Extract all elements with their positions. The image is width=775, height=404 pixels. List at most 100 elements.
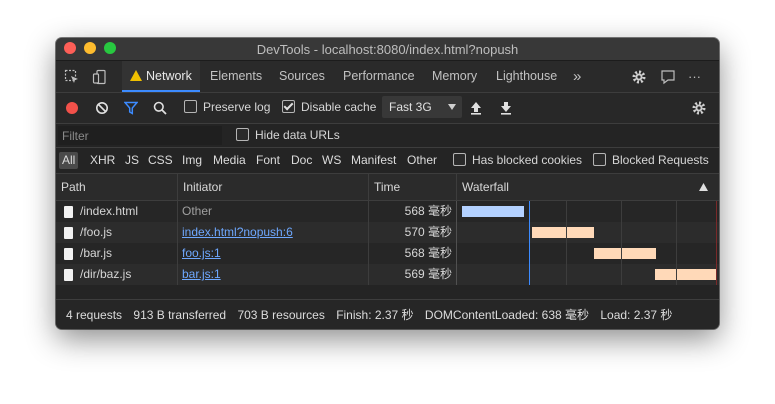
waterfall-bar — [655, 269, 717, 280]
disable-cache-label: Disable cache — [301, 100, 377, 114]
blocked-requests-label: Blocked Requests — [612, 153, 709, 167]
waterfall-bar — [594, 248, 656, 259]
table-row[interactable]: /dir/baz.js bar.js:1 569 毫秒 — [56, 264, 719, 285]
throttling-value: Fast 3G — [389, 100, 432, 114]
document-icon — [64, 206, 73, 218]
summary-requests: 4 requests — [66, 308, 123, 322]
resource-type-filter-bar: All XHR JS CSS Img Media Font Doc WS Man… — [56, 148, 719, 174]
request-initiator-link[interactable]: bar.js:1 — [182, 264, 221, 285]
inspect-element-icon[interactable] — [64, 69, 80, 85]
chevron-down-icon — [448, 104, 456, 110]
tab-performance[interactable]: Performance — [343, 61, 415, 92]
waterfall-gridline — [566, 201, 567, 285]
hide-data-urls-checkbox[interactable] — [236, 128, 249, 141]
request-initiator-link[interactable]: index.html?nopush:6 — [182, 222, 293, 243]
tab-lighthouse[interactable]: Lighthouse — [496, 61, 557, 92]
filter-icon[interactable] — [124, 101, 138, 115]
table-row[interactable]: /foo.js index.html?nopush:6 570 毫秒 — [56, 222, 719, 243]
request-initiator-link[interactable]: foo.js:1 — [182, 243, 221, 264]
blocked-cookies-checkbox[interactable] — [453, 153, 466, 166]
filter-input[interactable] — [58, 126, 222, 145]
request-initiator: Other — [182, 204, 213, 218]
tab-network[interactable]: Network — [122, 61, 200, 92]
waterfall-bar — [532, 227, 594, 238]
request-path: /foo.js — [80, 225, 113, 239]
hide-data-urls-toggle[interactable]: Hide data URLs — [236, 128, 340, 142]
record-icon[interactable] — [65, 101, 79, 115]
type-filter-manifest[interactable]: Manifest — [348, 152, 399, 169]
type-filter-all[interactable]: All — [59, 152, 79, 169]
request-time: 568 毫秒 — [404, 246, 452, 260]
requests-table-header: Path Initiator Time Waterfall — [56, 174, 719, 201]
summary-load: Load: 2.37 秒 — [600, 308, 673, 322]
tab-network-label: Network — [146, 69, 192, 83]
blocked-cookies-label: Has blocked cookies — [472, 153, 583, 167]
search-icon[interactable] — [153, 101, 167, 115]
column-header-waterfall[interactable]: Waterfall — [456, 174, 719, 200]
blocked-cookies-toggle[interactable]: Has blocked cookies — [453, 153, 582, 167]
dom-content-loaded-marker — [529, 201, 530, 285]
type-filter-media[interactable]: Media — [210, 152, 249, 169]
request-path: /bar.js — [80, 246, 113, 260]
column-header-initiator[interactable]: Initiator — [177, 174, 368, 200]
type-filter-other[interactable]: Other — [404, 152, 440, 169]
network-toolbar: Preserve log Disable cache Fast 3G — [56, 93, 719, 124]
blocked-requests-toggle[interactable]: Blocked Requests — [593, 153, 709, 167]
summary-dom-content-loaded: DOMContentLoaded: 638 毫秒 — [424, 308, 589, 322]
sort-ascending-icon[interactable] — [699, 183, 708, 191]
disable-cache-toggle[interactable]: Disable cache — [282, 100, 376, 114]
request-time: 569 毫秒 — [404, 267, 452, 281]
hide-data-urls-label: Hide data URLs — [255, 128, 340, 142]
table-row[interactable]: /index.html Other 568 毫秒 — [56, 201, 719, 222]
more-tabs-button[interactable]: » — [573, 61, 581, 92]
requests-table-body: /index.html Other 568 毫秒 /foo.js index.h… — [56, 201, 719, 285]
export-har-icon[interactable] — [500, 101, 512, 115]
summary-transferred: 913 B transferred — [133, 308, 227, 322]
preserve-log-checkbox[interactable] — [184, 100, 197, 113]
network-settings-gear-icon[interactable] — [691, 100, 707, 116]
tab-sources[interactable]: Sources — [279, 61, 325, 92]
request-time: 568 毫秒 — [404, 204, 452, 218]
load-marker — [716, 201, 717, 285]
feedback-icon[interactable] — [660, 69, 676, 85]
type-filter-js[interactable]: JS — [122, 152, 142, 169]
devtools-window: DevTools - localhost:8080/index.html?nop… — [56, 38, 719, 329]
type-filter-img[interactable]: Img — [179, 152, 205, 169]
title-bar: DevTools - localhost:8080/index.html?nop… — [56, 38, 719, 61]
device-toolbar-icon[interactable] — [92, 69, 108, 85]
network-summary-bar: 4 requests 913 B transferred 703 B resou… — [56, 299, 719, 329]
column-divider — [368, 201, 369, 285]
throttling-select[interactable]: Fast 3G — [382, 96, 462, 118]
warning-icon — [130, 70, 142, 81]
request-path: /dir/baz.js — [80, 267, 132, 281]
document-icon — [64, 227, 73, 239]
document-icon — [64, 248, 73, 260]
type-filter-doc[interactable]: Doc — [288, 152, 315, 169]
document-icon — [64, 269, 73, 281]
preserve-log-toggle[interactable]: Preserve log — [184, 100, 270, 114]
type-filter-ws[interactable]: WS — [319, 152, 344, 169]
type-filter-font[interactable]: Font — [253, 152, 283, 169]
customize-menu-button[interactable]: ··· — [688, 61, 701, 92]
table-row[interactable]: /bar.js foo.js:1 568 毫秒 — [56, 243, 719, 264]
panel-tab-bar: Network Elements Sources Performance Mem… — [56, 61, 719, 93]
waterfall-bar — [462, 206, 524, 217]
column-divider — [456, 201, 457, 285]
type-filter-xhr[interactable]: XHR — [87, 152, 118, 169]
column-header-path[interactable]: Path — [56, 174, 177, 200]
blocked-requests-checkbox[interactable] — [593, 153, 606, 166]
settings-gear-icon[interactable] — [631, 69, 647, 85]
active-tab-indicator — [122, 90, 200, 92]
summary-resources: 703 B resources — [237, 308, 325, 322]
type-filter-css[interactable]: CSS — [145, 152, 176, 169]
window-title: DevTools - localhost:8080/index.html?nop… — [256, 42, 519, 57]
tab-elements[interactable]: Elements — [210, 61, 262, 92]
disable-cache-checkbox[interactable] — [282, 100, 295, 113]
clear-icon[interactable] — [95, 101, 109, 115]
column-header-time[interactable]: Time — [368, 174, 456, 200]
tab-memory[interactable]: Memory — [432, 61, 477, 92]
import-har-icon[interactable] — [470, 101, 482, 115]
request-time: 570 毫秒 — [404, 225, 452, 239]
column-divider — [177, 201, 178, 285]
summary-finish: Finish: 2.37 秒 — [336, 308, 414, 322]
